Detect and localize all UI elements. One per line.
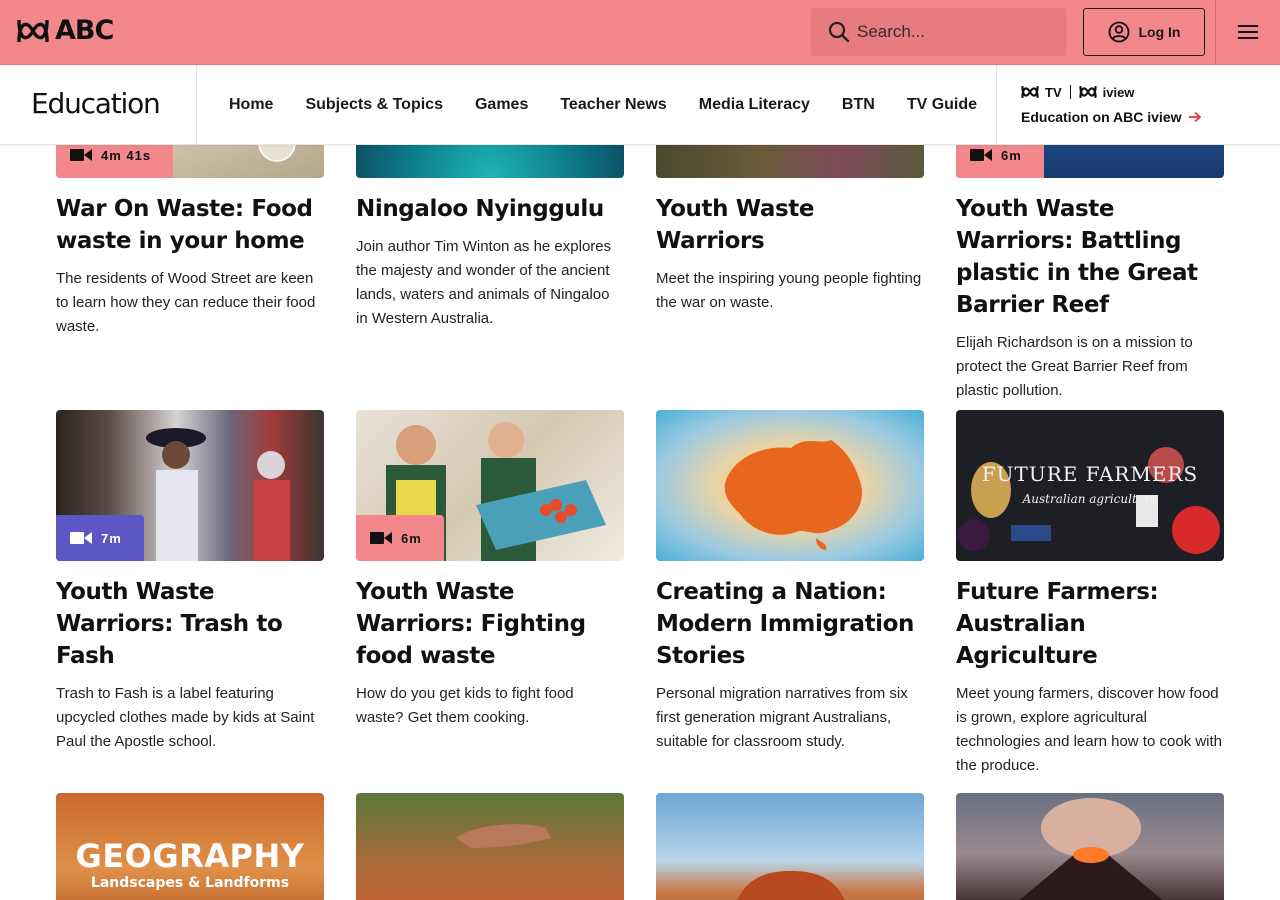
search-box[interactable] bbox=[811, 8, 1067, 56]
login-label: Log In bbox=[1138, 24, 1181, 40]
card-description: Join author Tim Winton as he explores th… bbox=[356, 238, 612, 327]
content-card[interactable] bbox=[656, 793, 924, 900]
card-description: Personal migration narratives from six f… bbox=[656, 685, 908, 750]
video-camera-icon bbox=[970, 149, 992, 161]
nav-home[interactable]: Home bbox=[213, 96, 289, 114]
card-title[interactable]: Ningaloo Nyinggulu bbox=[356, 193, 624, 225]
duration-text: 6m bbox=[1001, 147, 1022, 163]
abc-tv-iview-logos: TV iview bbox=[1021, 83, 1202, 101]
iview-link-label: Education on ABC iview bbox=[1021, 109, 1182, 125]
future-farmers-subtitle: Australian agriculture bbox=[1022, 492, 1158, 506]
nav-games[interactable]: Games bbox=[459, 96, 544, 114]
content-card[interactable]: FUTURE FARMERS Australian agriculture Fu… bbox=[956, 410, 1224, 778]
card-thumbnail bbox=[356, 793, 624, 900]
top-bar: ABC Log In bbox=[0, 0, 1280, 65]
duration-text: 7m bbox=[101, 530, 122, 546]
card-thumbnail bbox=[656, 410, 924, 561]
uluru-image bbox=[737, 871, 845, 900]
abc-logo-text: ABC bbox=[55, 15, 114, 46]
header-divider bbox=[1215, 0, 1216, 64]
iview-label: iview bbox=[1102, 84, 1135, 100]
content-card[interactable] bbox=[356, 793, 624, 900]
card-thumbnail: 7m bbox=[56, 410, 324, 561]
iview-promo[interactable]: TV iview Education on ABC iview bbox=[1021, 83, 1202, 125]
abc-lissajous-icon bbox=[1079, 86, 1097, 98]
nav-teacher-news[interactable]: Teacher News bbox=[544, 96, 682, 114]
card-thumbnail: GEOGRAPHY Landscapes & Landforms bbox=[56, 793, 324, 900]
geography-title: GEOGRAPHY bbox=[75, 837, 305, 875]
card-description: Meet young farmers, discover how food is… bbox=[956, 685, 1223, 774]
hand-soil-image bbox=[456, 824, 551, 848]
card-thumbnail bbox=[656, 793, 924, 900]
hamburger-menu-icon[interactable] bbox=[1236, 22, 1260, 42]
video-camera-icon bbox=[370, 532, 392, 544]
card-description: The residents of Wood Street are keen to… bbox=[56, 270, 316, 335]
content-card[interactable]: 6m Youth Waste Warriors: Fighting food w… bbox=[356, 410, 624, 730]
video-camera-icon bbox=[70, 149, 92, 161]
nav-btn[interactable]: BTN bbox=[826, 96, 891, 114]
card-thumbnail bbox=[956, 793, 1224, 900]
card-description: Elijah Richardson is on a mission to pro… bbox=[956, 334, 1193, 399]
nav-subjects-topics[interactable]: Subjects & Topics bbox=[289, 96, 459, 114]
section-nav: Education Home Subjects & Topics Games T… bbox=[0, 65, 1280, 145]
user-icon bbox=[1108, 21, 1129, 43]
nav-tv-guide[interactable]: TV Guide bbox=[891, 96, 993, 114]
card-title[interactable]: Youth Waste Warriors: Fighting food wast… bbox=[356, 576, 624, 672]
content-card[interactable] bbox=[956, 793, 1224, 900]
volcano-image bbox=[1019, 798, 1163, 900]
arrow-right-icon bbox=[1188, 111, 1201, 123]
iview-link[interactable]: Education on ABC iview bbox=[1021, 109, 1202, 125]
card-title[interactable]: Future Farmers: Australian Agriculture bbox=[956, 576, 1224, 672]
card-title[interactable]: War On Waste: Food waste in your home bbox=[56, 193, 324, 257]
content-card[interactable]: GEOGRAPHY Landscapes & Landforms bbox=[56, 793, 324, 900]
search-input[interactable] bbox=[857, 22, 1057, 42]
card-description: Meet the inspiring young people fighting… bbox=[656, 270, 922, 311]
video-duration-badge: 6m bbox=[356, 515, 444, 561]
card-thumbnail: FUTURE FARMERS Australian agriculture bbox=[956, 410, 1224, 561]
geography-subtitle: Landscapes & Landforms bbox=[90, 875, 290, 891]
abc-tv-label: TV bbox=[1045, 84, 1062, 100]
nav-links: Home Subjects & Topics Games Teacher New… bbox=[213, 65, 993, 145]
abc-lissajous-icon bbox=[17, 19, 49, 43]
duration-text: 6m bbox=[401, 530, 422, 546]
nav-divider bbox=[996, 65, 997, 145]
card-title[interactable]: Youth Waste Warriors bbox=[656, 193, 924, 257]
abc-lissajous-icon bbox=[1021, 86, 1039, 98]
nav-media-literacy[interactable]: Media Literacy bbox=[683, 96, 826, 114]
content-card[interactable]: Creating a Nation: Modern Immigration St… bbox=[656, 410, 924, 754]
card-title[interactable]: Youth Waste Warriors: Trash to Fash bbox=[56, 576, 324, 672]
australia-map-image bbox=[724, 440, 862, 550]
duration-text: 4m 41s bbox=[101, 147, 152, 163]
card-thumbnail: 6m bbox=[356, 410, 624, 561]
search-icon bbox=[828, 21, 850, 43]
nav-divider bbox=[196, 65, 197, 145]
video-camera-icon bbox=[70, 532, 92, 544]
card-description: How do you get kids to fight food waste?… bbox=[356, 685, 574, 726]
abc-logo[interactable]: ABC bbox=[17, 15, 114, 46]
card-title[interactable]: Creating a Nation: Modern Immigration St… bbox=[656, 576, 924, 672]
card-description: Trash to Fash is a label featuring upcyc… bbox=[56, 685, 315, 750]
future-farmers-title: FUTURE FARMERS bbox=[981, 462, 1199, 486]
content-card[interactable]: 7m Youth Waste Warriors: Trash to Fash T… bbox=[56, 410, 324, 754]
video-duration-badge: 7m bbox=[56, 515, 144, 561]
card-title[interactable]: Youth Waste Warriors: Battling plastic i… bbox=[956, 193, 1224, 321]
login-button[interactable]: Log In bbox=[1083, 8, 1205, 56]
education-brand[interactable]: Education bbox=[31, 87, 161, 120]
